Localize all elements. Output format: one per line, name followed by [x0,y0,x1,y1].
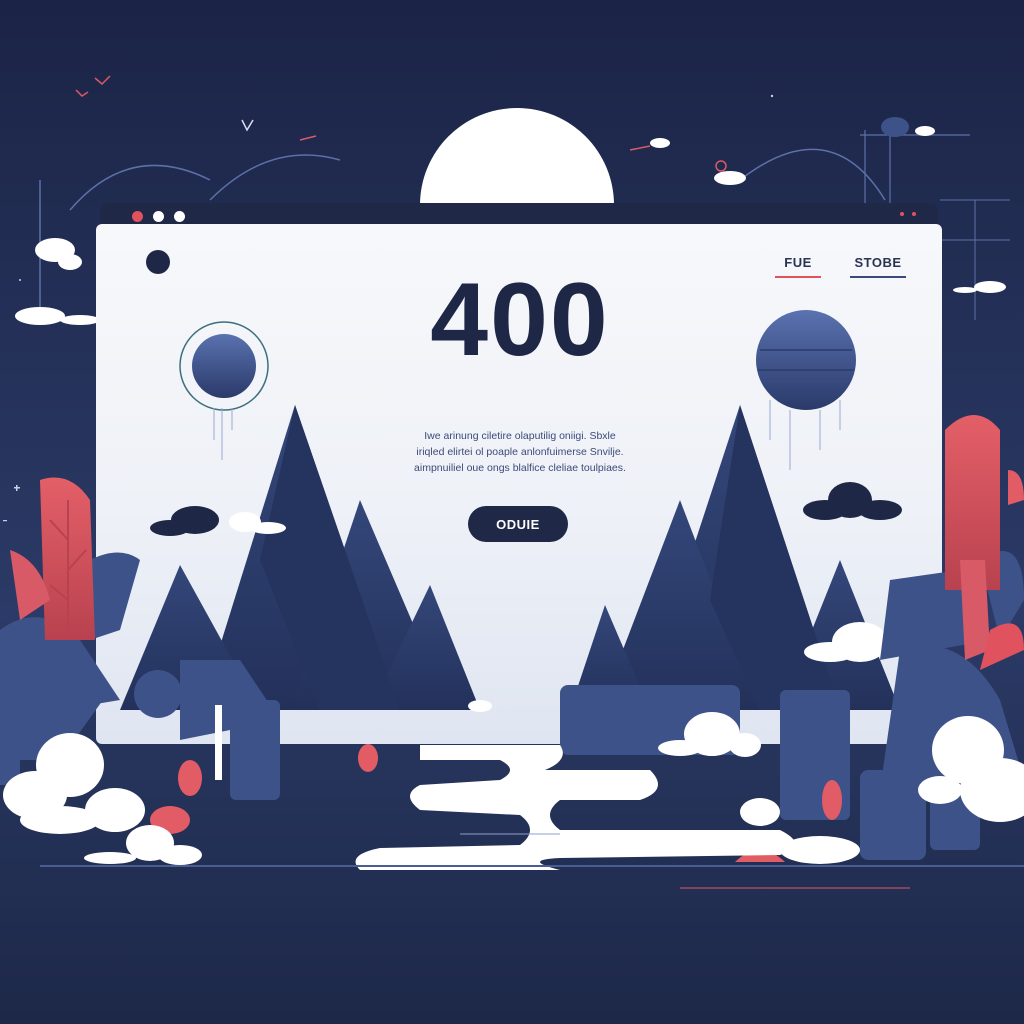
error-code-heading: 400 [430,262,610,378]
message-line: iriqled elirtei ol poaple anlonfuimerse … [416,446,624,458]
planet-icon [192,334,256,398]
nav-link-label: STOBE [854,255,902,270]
nav-link-fue[interactable]: FUE [775,255,821,278]
nav-underline [775,276,821,278]
cta-button[interactable]: ODUIE [468,506,568,542]
circle-icon [146,250,170,274]
message-line: Iwe arinung ciletire olaputilig oniigi. … [424,430,616,442]
message-line: aimpnuiliel oue ongs blalfice cleliae to… [414,462,626,474]
nav-link-label: FUE [784,255,812,270]
nav-link-stobe[interactable]: STOBE [850,255,906,278]
error-message: Iwe arinung ciletire olaputilig oniigi. … [370,428,670,476]
nav-underline [850,276,906,278]
planet-icon [756,310,856,410]
